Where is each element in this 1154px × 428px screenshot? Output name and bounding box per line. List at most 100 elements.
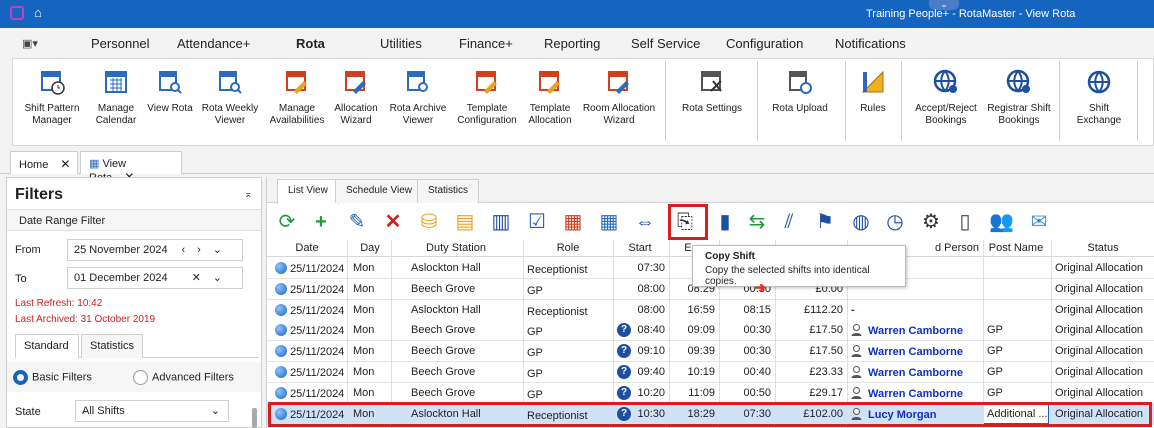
cell-duty-station-text: Beech Grove <box>411 324 476 337</box>
menu-tab-utilities[interactable]: Utilities <box>380 36 422 51</box>
scrollbar-thumb[interactable] <box>252 408 257 428</box>
menu-tab-rota[interactable]: Rota <box>296 36 325 51</box>
email-icon[interactable]: ✉ <box>1027 210 1051 234</box>
allocation-wizard-button[interactable]: Allocation Wizard <box>331 59 381 145</box>
doc-tab-home[interactable]: Home ✕ <box>10 151 78 174</box>
cell-break-text: 08:15 <box>743 303 771 316</box>
tab-standard[interactable]: Standard <box>15 334 79 358</box>
calendar-clock-icon[interactable]: ▦ <box>597 210 621 234</box>
column-header-post-name[interactable]: Post Name <box>983 242 1049 254</box>
question-icon[interactable]: ? <box>617 323 631 338</box>
flag-icon[interactable]: ⚑ <box>813 210 837 234</box>
manage-calendar-button[interactable]: Manage Calendar <box>91 59 141 145</box>
template-configuration-button[interactable]: Template Configuration <box>454 59 520 145</box>
rota-weekly-viewer-button[interactable]: Rota Weekly Viewer <box>199 59 261 145</box>
question-icon[interactable]: ? <box>617 344 631 359</box>
shift-exchange-button[interactable]: Shift Exchange <box>1067 59 1131 145</box>
ribbon-label: Room Allocation Wizard <box>582 103 656 126</box>
add-icon[interactable]: + <box>309 210 333 234</box>
cell-status-text: Original Allocation <box>1055 262 1144 274</box>
question-icon[interactable]: ? <box>617 365 631 379</box>
cell-start-text: 08:40 <box>637 324 665 337</box>
table-row[interactable]: 25/11/2024 Mon Beech Grove GP? 08:40 09:09 00:… <box>267 320 1154 342</box>
table-row[interactable]: 25/11/2024 Mon Aslockton Hall Receptionist 0… <box>267 299 1154 321</box>
database-export-icon[interactable]: ⛁ <box>417 210 441 234</box>
room-allocation-wizard-button[interactable]: Room Allocation Wizard <box>581 59 657 145</box>
registrar-shift-bookings-button[interactable]: Registrar Shift Bookings <box>985 59 1053 145</box>
settings-gear-icon[interactable]: ⚙ <box>919 210 943 234</box>
system-menu-icon[interactable]: ▣▾ <box>22 37 38 50</box>
pin-icon[interactable]: ⌅ <box>244 189 252 200</box>
cell-duty-station: Beech Grove <box>411 324 521 336</box>
calendar-edit-icon[interactable]: ▦ <box>561 210 585 234</box>
tab-list-view[interactable]: List View <box>277 179 339 204</box>
advanced-filters-radio[interactable]: Advanced Filters <box>133 370 234 385</box>
tab-statistics[interactable]: Statistics <box>417 179 480 203</box>
refresh-icon[interactable]: ⟳ <box>275 210 299 234</box>
state-select[interactable]: All Shifts ⌄ <box>75 400 229 422</box>
home-icon[interactable]: ⌂ <box>34 6 48 20</box>
date-nav-controls[interactable]: ‹›⌄ <box>181 243 234 256</box>
edit-icon[interactable]: ✎ <box>345 210 369 234</box>
menu-tab-finance[interactable]: Finance+ <box>459 36 513 51</box>
scrollbar[interactable] <box>251 398 259 428</box>
cell-allocated-person-text[interactable]: Warren Camborne <box>868 346 963 358</box>
rules-button[interactable]: Rules <box>853 59 893 145</box>
table-row[interactable]: 25/11/2024 Mon Beech Grove GP? 09:40 10:19 00:… <box>267 362 1154 383</box>
accept-reject-bookings-button[interactable]: Accept/Reject Bookings <box>909 59 983 145</box>
document-clock-icon[interactable]: ▯ <box>953 210 977 234</box>
column-header-duty-station[interactable]: Duty Station <box>391 242 521 254</box>
cell-day-text: Mon <box>353 345 375 358</box>
menu-tab-self-service[interactable]: Self Service <box>631 36 700 51</box>
cell-allocated-person-text[interactable]: - <box>851 304 855 316</box>
column-header-date[interactable]: Date <box>275 242 339 254</box>
rota-archive-viewer-button[interactable]: Rota Archive Viewer <box>386 59 450 145</box>
cell-allocated-person-text[interactable]: Warren Camborne <box>868 367 963 379</box>
menu-tab-attendance[interactable]: Attendance+ <box>177 36 250 51</box>
from-date-field[interactable]: 25 November 2024 ‹›⌄ <box>67 239 243 261</box>
menu-tab-notifications[interactable]: Notifications <box>835 36 906 51</box>
rota-settings-button[interactable]: Rota Settings <box>677 59 747 145</box>
cell-allocated-person-text[interactable]: Warren Camborne <box>868 388 963 400</box>
basic-filters-radio[interactable]: Basic Filters <box>13 370 92 385</box>
to-date-field[interactable]: 01 December 2024 ✕⌄ <box>67 267 243 289</box>
cell-end-text: 09:09 <box>687 324 715 337</box>
resize-columns-icon[interactable]: ⇔ <box>633 210 657 234</box>
column-header-start[interactable]: Start <box>613 242 667 254</box>
globe-icon[interactable]: ◍ <box>849 210 873 234</box>
question-icon[interactable]: ? <box>617 385 631 400</box>
column-header-day[interactable]: Day <box>349 242 391 254</box>
close-icon[interactable]: ✕ <box>60 157 70 171</box>
column-header-role[interactable]: Role <box>523 242 613 254</box>
checkbox-icon[interactable]: ☑ <box>525 210 549 234</box>
notes-icon[interactable]: ▤ <box>453 210 477 234</box>
menu-tab-configuration[interactable]: Configuration <box>726 36 803 51</box>
tab-statistics[interactable]: Statistics <box>81 334 143 358</box>
menu-tab-reporting[interactable]: Reporting <box>544 36 600 51</box>
table-row[interactable]: 25/11/2024 Mon Beech Grove GP? 09:10 09:39 00:… <box>267 341 1154 363</box>
column-header-status[interactable]: Status <box>1051 242 1154 254</box>
date-clear-controls[interactable]: ✕⌄ <box>192 271 234 284</box>
table-row[interactable]: 25/11/2024 Mon Beech Grove GP? 10:20 11:09 00:… <box>267 382 1154 404</box>
stripes-icon[interactable]: ⫽ <box>777 210 801 234</box>
shift-pattern-manager-button[interactable]: Shift Pattern Manager <box>23 59 81 145</box>
menu-tab-personnel[interactable]: Personnel <box>91 36 150 51</box>
calendar-edit-icon <box>608 71 629 94</box>
delete-icon[interactable]: ✕ <box>381 210 405 234</box>
filters-title: Filters <box>15 186 64 203</box>
columns-icon[interactable]: ▥ <box>489 210 513 234</box>
tab-schedule-view[interactable]: Schedule View <box>335 179 423 203</box>
cell-allocated-person-text[interactable]: Warren Camborne <box>868 325 963 337</box>
template-allocation-button[interactable]: Template Allocation <box>525 59 575 145</box>
bar-chart-icon[interactable]: ▮ <box>713 210 737 234</box>
cell-post-name: GP <box>987 366 1049 378</box>
doc-tab-view-rota[interactable]: ▦ View Rota✕ <box>80 151 182 184</box>
cell-cost: £29.17 <box>779 387 843 399</box>
rota-upload-button[interactable]: Rota Upload <box>767 59 833 145</box>
users-icon[interactable]: 👥 <box>989 210 1014 234</box>
view-rota-button[interactable]: View Rota <box>146 59 194 145</box>
swap-icon[interactable]: ⇆ <box>745 210 769 234</box>
ribbon-separator <box>901 61 902 141</box>
manage-availabilities-button[interactable]: Manage Availabilities <box>267 59 327 145</box>
clock-icon[interactable]: ◷ <box>883 210 907 234</box>
